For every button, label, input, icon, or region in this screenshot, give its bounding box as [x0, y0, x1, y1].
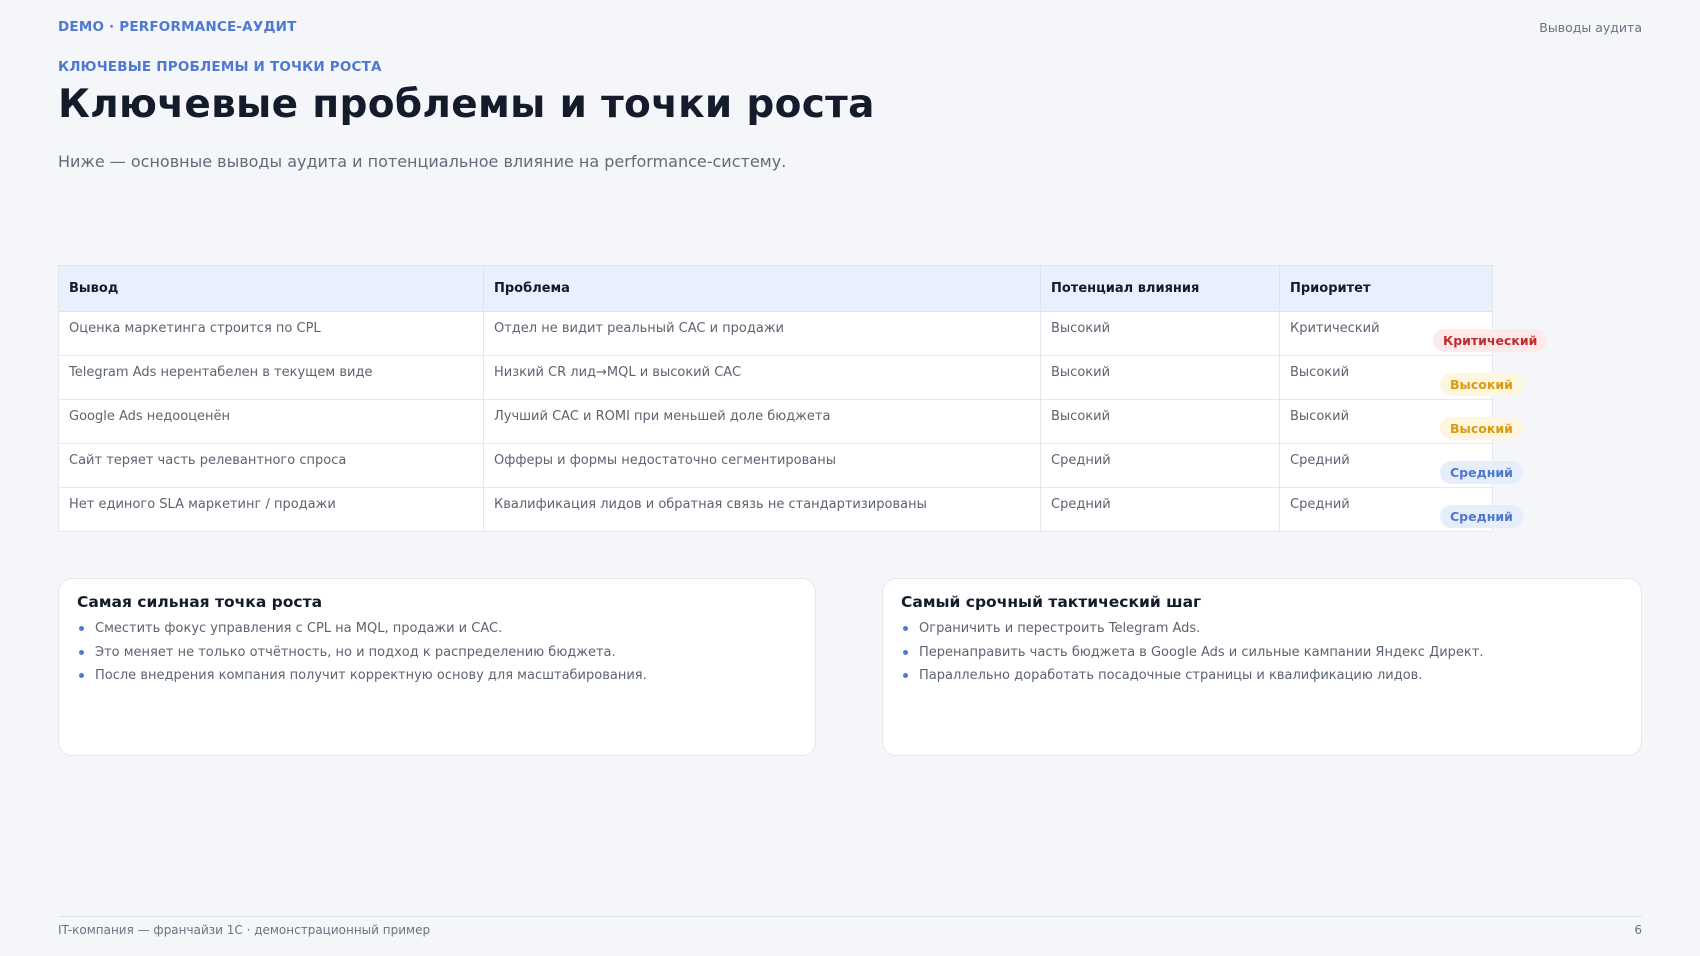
- priority-badge-high: Высокий: [1440, 417, 1523, 440]
- table-row: Нет единого SLA маркетинг / продажи Квал…: [58, 487, 1523, 532]
- priority-badge-high: Высокий: [1440, 373, 1523, 396]
- cell-finding: Telegram Ads нерентабелен в текущем виде: [58, 355, 484, 400]
- page-title: Ключевые проблемы и точки роста: [58, 82, 875, 127]
- cell-priority-text: Критический: [1290, 321, 1380, 336]
- bullet-list: Сместить фокус управления с CPL на MQL, …: [77, 620, 797, 691]
- cell-problem: Лучший CAC и ROMI при меньшей доле бюдже…: [483, 399, 1041, 444]
- cell-impact: Средний: [1040, 443, 1280, 488]
- column-header-problem: Проблема: [483, 265, 1041, 312]
- cell-priority: Критический Критический: [1279, 311, 1548, 356]
- cell-impact: Высокий: [1040, 355, 1280, 400]
- urgent-step-card: Самый срочный тактический шаг Ограничить…: [882, 578, 1642, 756]
- cell-problem: Отдел не видит реальный CAC и продажи: [483, 311, 1041, 356]
- cell-priority-text: Средний: [1290, 453, 1350, 468]
- table-header-row: Вывод Проблема Потенциал влияния Приорит…: [58, 265, 1493, 312]
- table-row: Сайт теряет часть релевантного спроса Оф…: [58, 443, 1523, 488]
- list-item: Перенаправить часть бюджета в Google Ads…: [901, 644, 1623, 668]
- column-header-finding: Вывод: [58, 265, 484, 312]
- bullet-list: Ограничить и перестроить Telegram Ads. П…: [901, 620, 1623, 691]
- cell-priority-text: Средний: [1290, 497, 1350, 512]
- cell-priority: Средний Средний: [1279, 443, 1523, 488]
- list-item: После внедрения компания получит коррект…: [77, 667, 797, 691]
- page-subtitle: Ниже — основные выводы аудита и потенциа…: [58, 152, 787, 171]
- cell-problem: Офферы и формы недостаточно сегментирова…: [483, 443, 1041, 488]
- cell-priority: Высокий Высокий: [1279, 399, 1523, 444]
- findings-table-wrapper: Вывод Проблема Потенциал влияния Приорит…: [58, 265, 1548, 532]
- card-title: Самая сильная точка роста: [77, 593, 323, 611]
- table-row: Оценка маркетинга строится по CPL Отдел …: [58, 311, 1548, 356]
- cell-priority: Высокий Высокий: [1279, 355, 1523, 400]
- findings-table: Вывод Проблема Потенциал влияния Приорит…: [58, 265, 1548, 532]
- cell-finding: Оценка маркетинга строится по CPL: [58, 311, 484, 356]
- cell-finding: Google Ads недооценён: [58, 399, 484, 444]
- footer-caption: IT-компания — франчайзи 1С · демонстраци…: [58, 923, 431, 937]
- cell-priority: Средний Средний: [1279, 487, 1523, 532]
- eyebrow-label: КЛЮЧЕВЫЕ ПРОБЛЕМЫ И ТОЧКИ РОСТА: [58, 59, 382, 75]
- cell-impact: Высокий: [1040, 311, 1280, 356]
- column-header-priority: Приоритет: [1279, 265, 1493, 312]
- cell-finding: Нет единого SLA маркетинг / продажи: [58, 487, 484, 532]
- cell-problem: Низкий CR лид→MQL и высокий CAC: [483, 355, 1041, 400]
- priority-badge-medium: Средний: [1440, 505, 1523, 528]
- cell-priority-text: Высокий: [1290, 365, 1350, 380]
- cell-problem: Квалификация лидов и обратная связь не с…: [483, 487, 1041, 532]
- list-item: Это меняет не только отчётность, но и по…: [77, 644, 797, 668]
- cell-impact: Средний: [1040, 487, 1280, 532]
- card-title: Самый срочный тактический шаг: [901, 593, 1202, 611]
- list-item: Параллельно доработать посадочные страни…: [901, 667, 1623, 691]
- priority-badge-critical: Критический: [1433, 329, 1548, 352]
- column-header-impact: Потенциал влияния: [1040, 265, 1280, 312]
- footer-divider: [58, 916, 1642, 917]
- page-number: 6: [1634, 923, 1642, 937]
- table-row: Google Ads недооценён Лучший CAC и ROMI …: [58, 399, 1523, 444]
- header-section: Выводы аудита: [1539, 20, 1642, 35]
- cell-finding: Сайт теряет часть релевантного спроса: [58, 443, 484, 488]
- cell-impact: Высокий: [1040, 399, 1280, 444]
- table-row: Telegram Ads нерентабелен в текущем виде…: [58, 355, 1523, 400]
- list-item: Ограничить и перестроить Telegram Ads.: [901, 620, 1623, 644]
- priority-badge-medium: Средний: [1440, 461, 1523, 484]
- growth-point-card: Самая сильная точка роста Сместить фокус…: [58, 578, 816, 756]
- list-item: Сместить фокус управления с CPL на MQL, …: [77, 620, 797, 644]
- cell-priority-text: Высокий: [1290, 409, 1350, 424]
- header-brand: DEMO · PERFORMANCE-АУДИТ: [58, 19, 297, 35]
